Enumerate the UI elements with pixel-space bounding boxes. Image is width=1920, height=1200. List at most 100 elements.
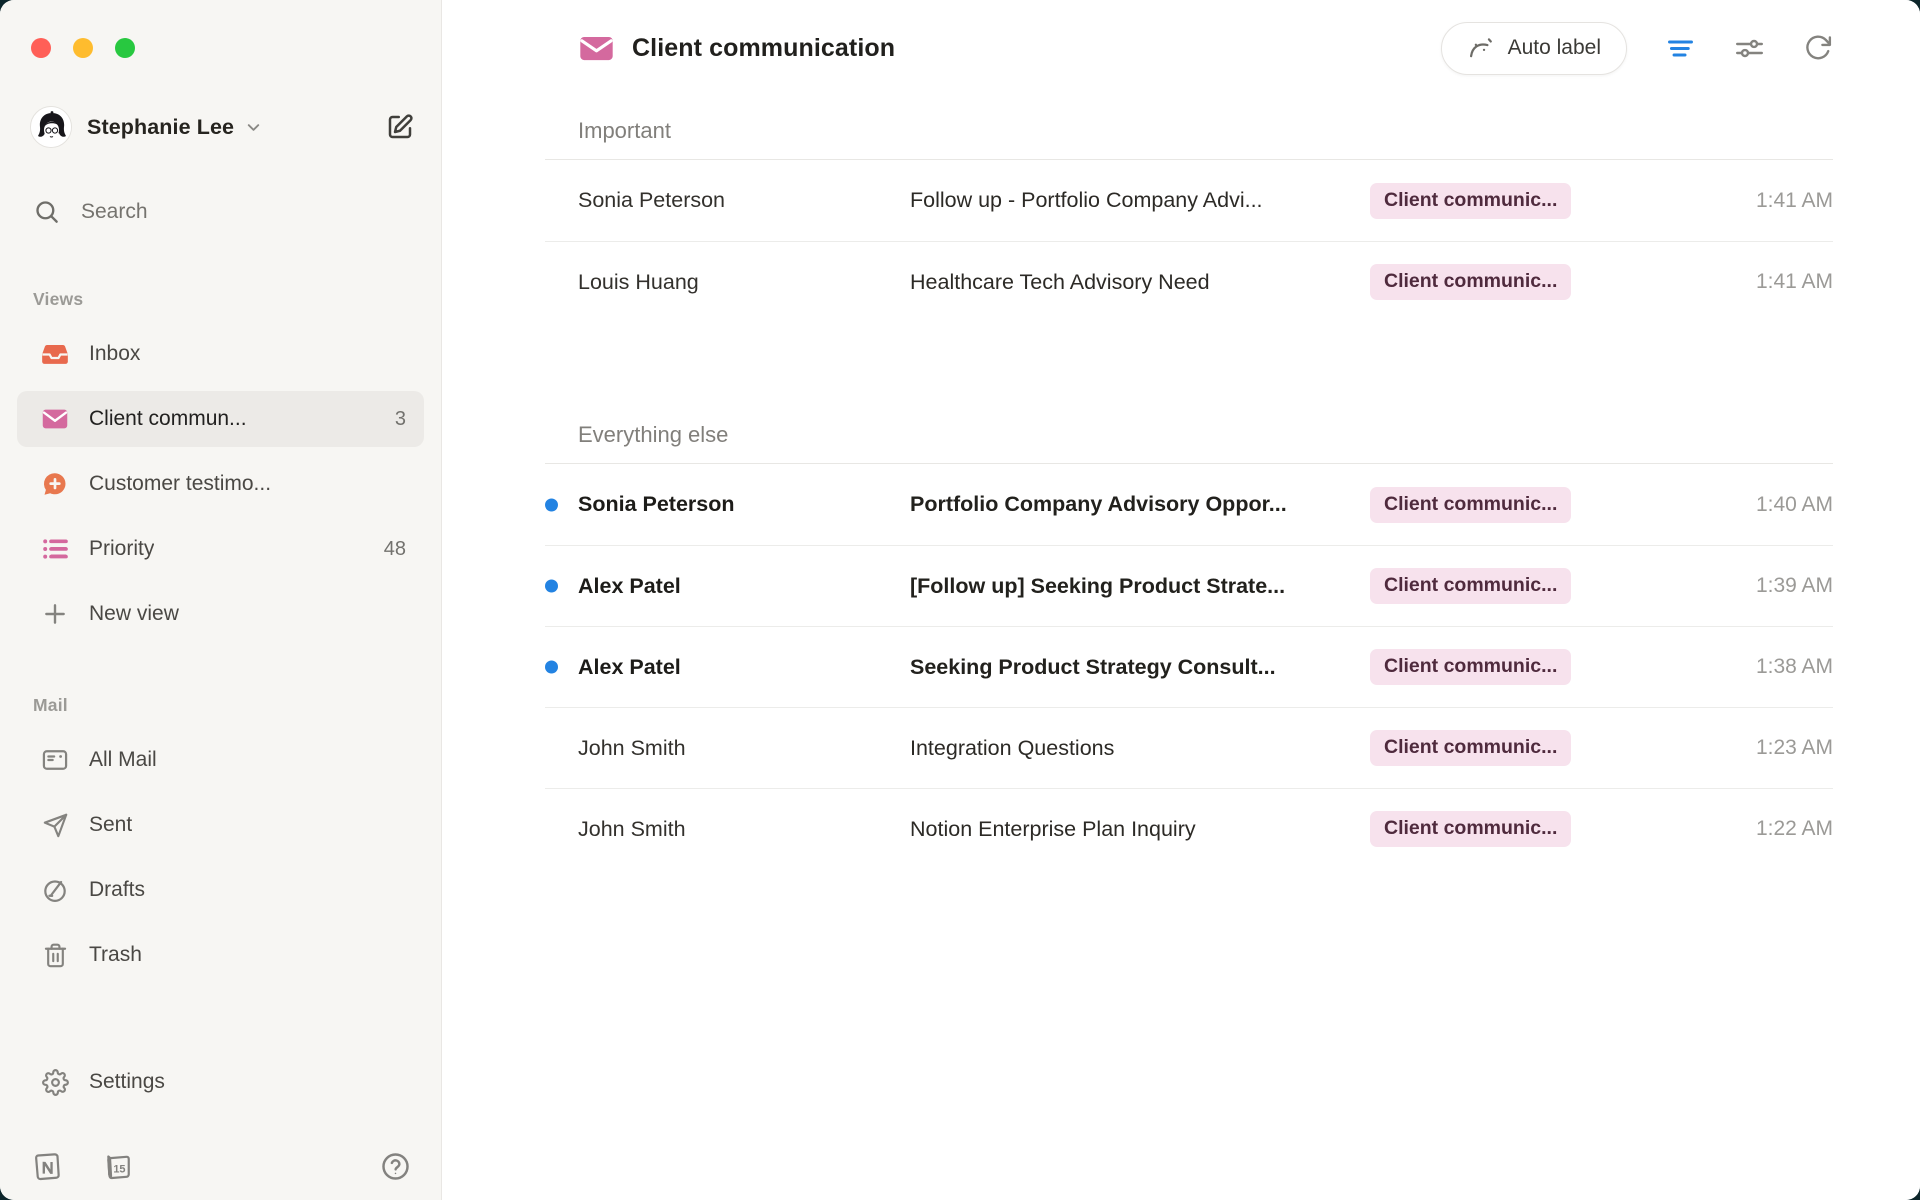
email-sender: Sonia Peterson <box>578 188 910 213</box>
app-window: Stephanie Lee Search Views Inbox <box>0 0 1920 1200</box>
trash-icon <box>41 941 69 969</box>
sidebar-item-sent[interactable]: Sent <box>17 797 424 853</box>
sidebar-item-drafts[interactable]: Drafts <box>17 862 424 918</box>
email-sender: John Smith <box>578 736 910 761</box>
sidebar-item-label: Priority <box>89 537 154 561</box>
email-label-col: Client communic... <box>1358 487 1608 523</box>
zoom-window-button[interactable] <box>115 38 135 58</box>
views-nav: Inbox Client commun... 3 Customer testim… <box>0 326 441 651</box>
sidebar-item-new-view[interactable]: New view <box>17 586 424 642</box>
sidebar-item-priority[interactable]: Priority 48 <box>17 521 424 577</box>
all-mail-icon <box>41 746 69 774</box>
user-name: Stephanie Lee <box>87 115 234 140</box>
auto-label-wand-icon <box>1467 34 1495 62</box>
email-time: 1:40 AM <box>1608 493 1833 517</box>
mail-nav: All Mail Sent Drafts Trash <box>0 732 441 992</box>
avatar <box>30 106 72 148</box>
email-sender: John Smith <box>578 817 910 842</box>
header-toolbar: Auto label <box>1441 22 1833 75</box>
email-sender: Louis Huang <box>578 270 910 295</box>
label-badge[interactable]: Client communic... <box>1370 487 1571 523</box>
sidebar-item-client-communication[interactable]: Client commun... 3 <box>17 391 424 447</box>
sidebar-item-settings[interactable]: Settings <box>17 1054 424 1110</box>
views-section-label: Views <box>33 289 441 310</box>
unread-dot <box>545 498 558 511</box>
email-subject: Portfolio Company Advisory Oppor... <box>910 492 1358 517</box>
email-subject: Healthcare Tech Advisory Need <box>910 270 1358 295</box>
close-window-button[interactable] <box>31 38 51 58</box>
email-subject: Follow up - Portfolio Company Advi... <box>910 188 1358 213</box>
email-row[interactable]: Alex Patel [Follow up] Seeking Product S… <box>545 545 1833 626</box>
sidebar-item-label: Client commun... <box>89 407 247 431</box>
priority-list-icon <box>41 535 69 563</box>
minimize-window-button[interactable] <box>73 38 93 58</box>
help-icon[interactable] <box>380 1151 411 1182</box>
email-row[interactable]: John Smith Notion Enterprise Plan Inquir… <box>545 788 1833 869</box>
email-row[interactable]: Louis Huang Healthcare Tech Advisory Nee… <box>545 241 1833 322</box>
email-sender: Sonia Peterson <box>578 492 910 517</box>
email-row[interactable]: Sonia Peterson Follow up - Portfolio Com… <box>545 160 1833 241</box>
drafts-icon <box>41 876 69 904</box>
section-title: Everything else <box>545 400 1833 464</box>
sidebar-item-customer-testimonials[interactable]: Customer testimo... <box>17 456 424 512</box>
email-time: 1:39 AM <box>1608 574 1833 598</box>
inbox-icon <box>41 340 69 368</box>
refresh-icon[interactable] <box>1803 33 1833 63</box>
unread-count-badge: 3 <box>395 408 406 431</box>
email-subject: Notion Enterprise Plan Inquiry <box>910 817 1358 842</box>
sidebar-item-label: Drafts <box>89 878 145 902</box>
email-sender: Alex Patel <box>578 655 910 680</box>
section-everything-else: Everything else Sonia Peterson Portfolio… <box>545 400 1833 869</box>
email-list: Important Sonia Peterson Follow up - Por… <box>442 96 1920 1200</box>
main-panel: Client communication Auto label <box>442 0 1920 1200</box>
calendar-icon[interactable]: 15 <box>102 1151 133 1182</box>
label-badge[interactable]: Client communic... <box>1370 649 1571 685</box>
sidebar-item-label: Inbox <box>89 342 140 366</box>
section-title: Important <box>545 96 1833 160</box>
label-badge[interactable]: Client communic... <box>1370 183 1571 219</box>
email-label-col: Client communic... <box>1358 183 1608 219</box>
settings-nav: Settings <box>0 1054 441 1119</box>
account-switcher[interactable]: Stephanie Lee <box>30 106 415 148</box>
email-row[interactable]: Alex Patel Seeking Product Strategy Cons… <box>545 626 1833 707</box>
unread-dot <box>545 580 558 593</box>
email-label-col: Client communic... <box>1358 264 1608 300</box>
sidebar-item-trash[interactable]: Trash <box>17 927 424 983</box>
email-label-col: Client communic... <box>1358 730 1608 766</box>
email-time: 1:41 AM <box>1608 189 1833 213</box>
email-time: 1:22 AM <box>1608 817 1833 841</box>
mail-section-label: Mail <box>33 695 441 716</box>
svg-text:15: 15 <box>113 1163 125 1175</box>
sidebar: Stephanie Lee Search Views Inbox <box>0 0 442 1200</box>
auto-label-button[interactable]: Auto label <box>1441 22 1627 75</box>
email-label-col: Client communic... <box>1358 811 1608 847</box>
label-badge[interactable]: Client communic... <box>1370 730 1571 766</box>
envelope-icon <box>578 30 615 67</box>
sidebar-item-label: All Mail <box>89 748 157 772</box>
send-icon <box>41 811 69 839</box>
auto-label-button-label: Auto label <box>1508 36 1601 60</box>
envelope-icon <box>41 405 69 433</box>
search-input[interactable]: Search <box>33 198 441 225</box>
sidebar-item-inbox[interactable]: Inbox <box>17 326 424 382</box>
label-badge[interactable]: Client communic... <box>1370 568 1571 604</box>
label-badge[interactable]: Client communic... <box>1370 811 1571 847</box>
email-label-col: Client communic... <box>1358 568 1608 604</box>
email-row[interactable]: John Smith Integration Questions Client … <box>545 707 1833 788</box>
unread-dot <box>545 661 558 674</box>
email-row[interactable]: Sonia Peterson Portfolio Company Advisor… <box>545 464 1833 545</box>
sliders-icon[interactable] <box>1734 33 1765 64</box>
notion-icon[interactable] <box>31 1151 62 1182</box>
filter-icon[interactable] <box>1665 33 1696 64</box>
sidebar-item-all-mail[interactable]: All Mail <box>17 732 424 788</box>
email-subject: Integration Questions <box>910 736 1358 761</box>
chevron-down-icon[interactable] <box>244 118 263 137</box>
sidebar-item-label: Trash <box>89 943 142 967</box>
chat-plus-icon <box>41 470 69 498</box>
search-icon <box>33 198 60 225</box>
window-controls <box>31 38 441 58</box>
compose-icon[interactable] <box>385 112 415 142</box>
email-subject: Seeking Product Strategy Consult... <box>910 655 1358 680</box>
gear-icon <box>41 1068 69 1096</box>
label-badge[interactable]: Client communic... <box>1370 264 1571 300</box>
